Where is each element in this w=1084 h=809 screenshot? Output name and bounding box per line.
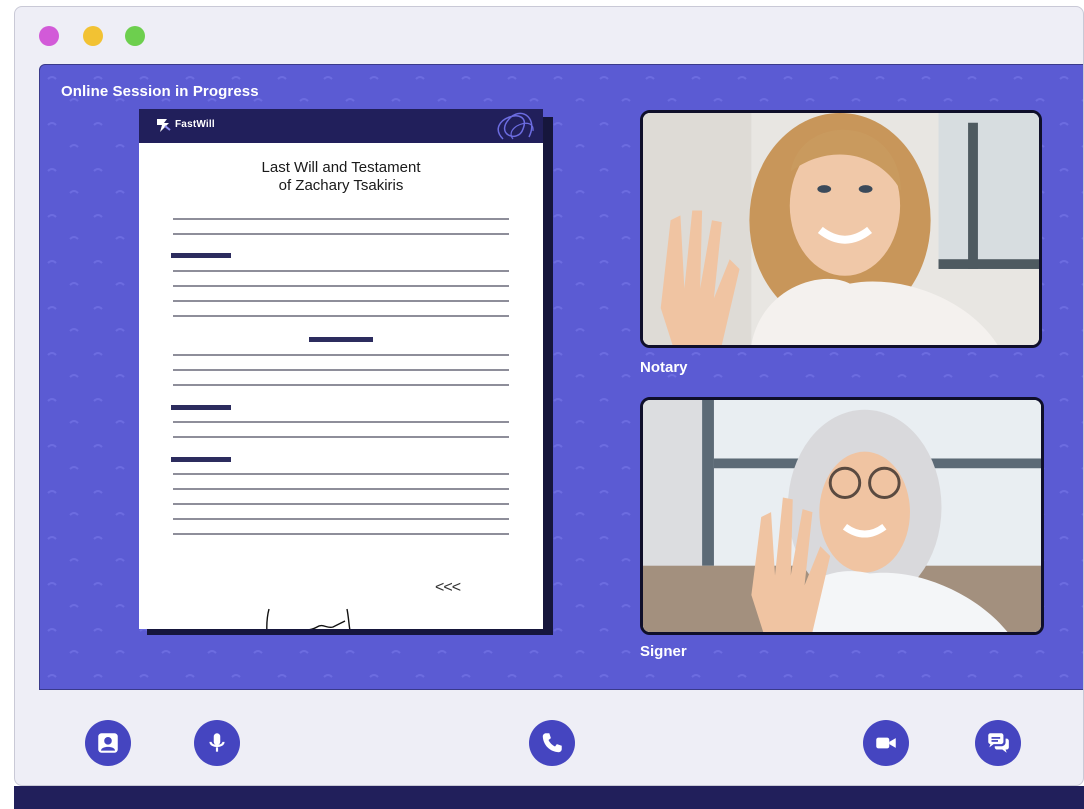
profile-button[interactable] <box>85 720 131 766</box>
microphone-button[interactable] <box>194 720 240 766</box>
text-line <box>173 533 509 535</box>
text-line <box>173 270 509 272</box>
window-dot-close[interactable] <box>39 26 59 46</box>
logo-text: FastWill <box>175 119 215 130</box>
will-document[interactable]: FastWill Last Will and Testament of Zach… <box>139 109 543 629</box>
text-line <box>173 384 509 386</box>
text-line <box>173 436 509 438</box>
bottom-bar <box>14 786 1084 809</box>
heading-line <box>309 337 373 342</box>
chat-button[interactable] <box>975 720 1021 766</box>
text-line <box>173 300 509 302</box>
document-title: Last Will and Testament of Zachary Tsaki… <box>139 159 543 195</box>
chat-icon <box>988 733 1009 753</box>
sign-here-arrows: <<< <box>435 579 461 596</box>
text-line <box>173 488 509 490</box>
notary-video-feed <box>643 113 1039 345</box>
handwritten-signature <box>266 608 351 629</box>
notary-video[interactable] <box>640 110 1042 348</box>
text-line <box>173 369 509 371</box>
text-line <box>173 473 509 475</box>
user-icon <box>98 733 118 753</box>
text-line <box>173 218 509 220</box>
signer-label: Signer <box>640 643 687 660</box>
video-button[interactable] <box>863 720 909 766</box>
phone-icon <box>542 733 562 753</box>
signer-video[interactable] <box>640 397 1044 635</box>
heading-line <box>171 253 231 258</box>
app-window: Online Session in Progress FastWill Last… <box>14 6 1084 786</box>
call-button[interactable] <box>529 720 575 766</box>
heading-line <box>171 405 231 410</box>
fastwill-logo-icon <box>157 119 171 132</box>
text-line <box>173 354 509 356</box>
heading-line <box>171 457 231 462</box>
session-stage: Online Session in Progress FastWill Last… <box>39 64 1083 690</box>
decorative-scribble <box>497 112 534 140</box>
text-line <box>173 421 509 423</box>
video-camera-icon <box>876 737 896 749</box>
microphone-icon <box>209 733 225 752</box>
text-line <box>173 503 509 505</box>
signer-video-feed <box>643 400 1041 632</box>
text-line <box>173 315 509 317</box>
document-header: FastWill <box>139 109 543 143</box>
text-line <box>173 285 509 287</box>
text-line <box>173 518 509 520</box>
window-dot-maximize[interactable] <box>125 26 145 46</box>
document-title-line-2: of Zachary Tsakiris <box>278 177 404 194</box>
document-title-line-1: Last Will and Testament <box>261 159 421 176</box>
window-dot-minimize[interactable] <box>83 26 103 46</box>
text-line <box>173 233 509 235</box>
notary-label: Notary <box>640 359 688 376</box>
session-title: Online Session in Progress <box>61 83 259 100</box>
